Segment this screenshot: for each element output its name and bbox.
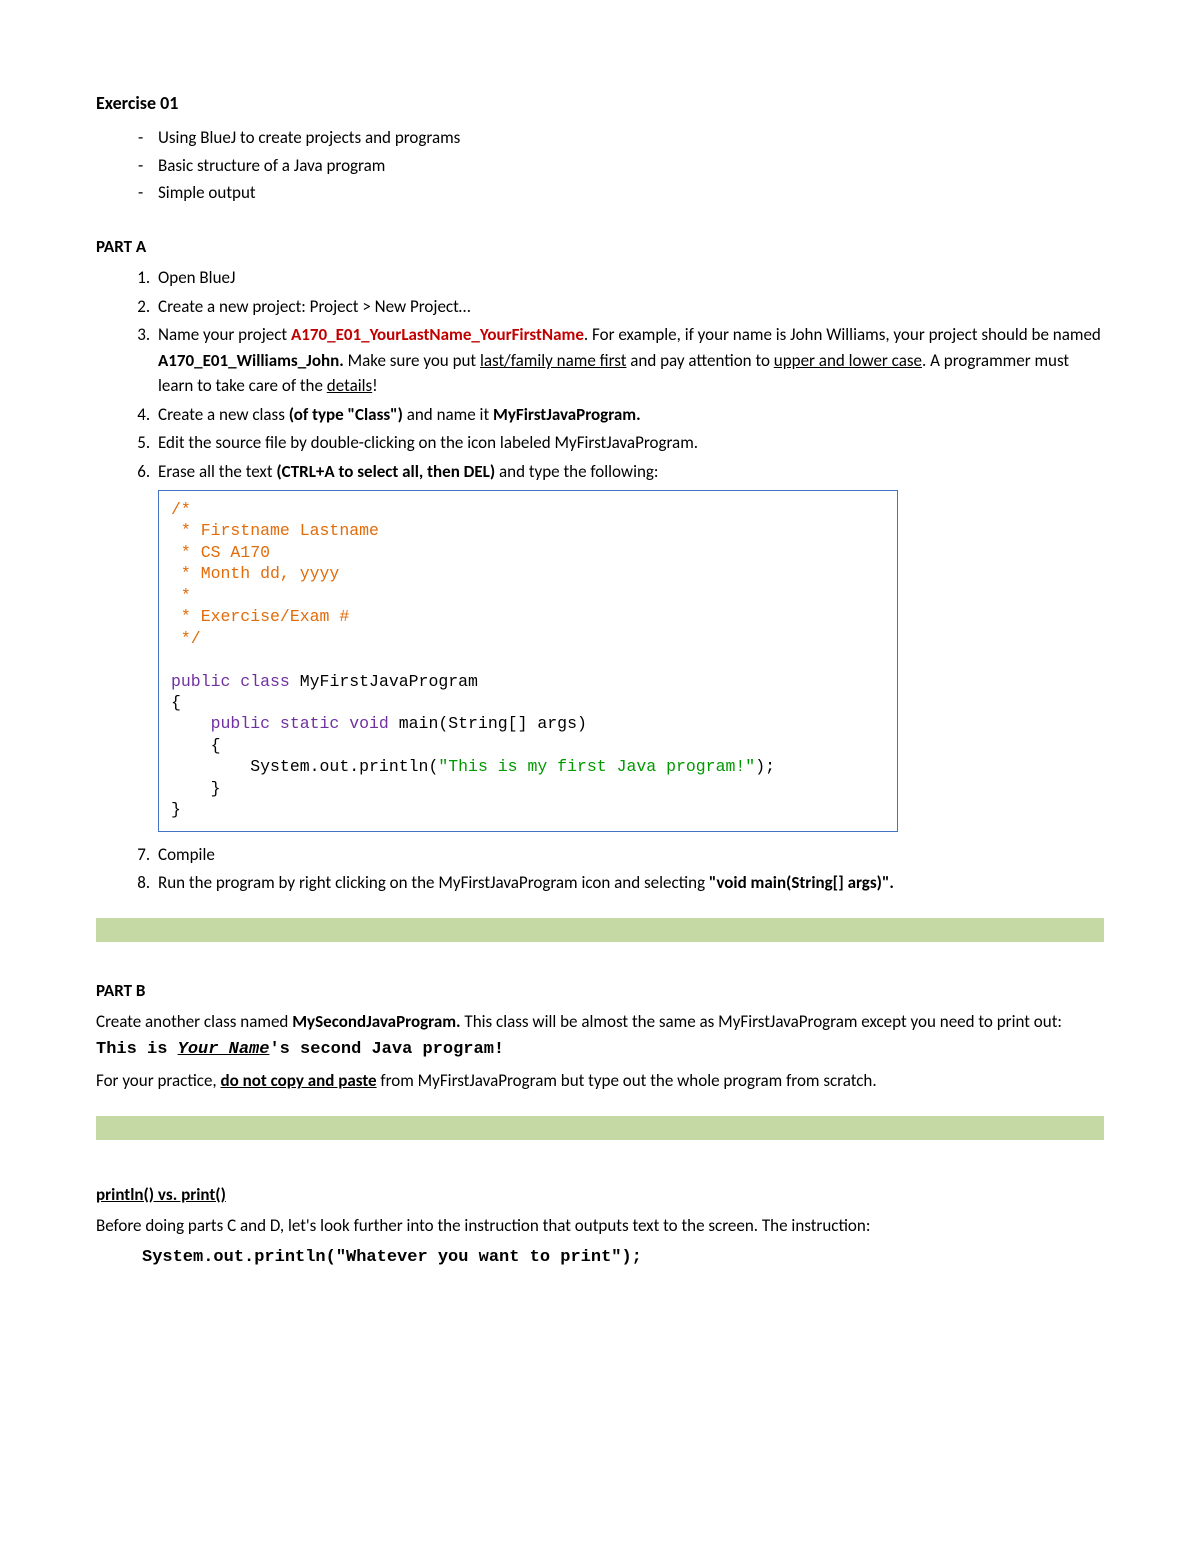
text: This class will be almost the same as My… bbox=[461, 1011, 1062, 1032]
part-b-para-1: Create another class named MySecondJavaP… bbox=[96, 1009, 1104, 1062]
step-6: Erase all the text (CTRL+A to select all… bbox=[154, 459, 1104, 832]
emphasis: upper and lower case bbox=[774, 350, 922, 371]
intro-item: Simple output bbox=[138, 180, 1104, 206]
part-b-label: PART B bbox=[96, 978, 1104, 1004]
text: Make sure you put bbox=[344, 350, 480, 371]
code-brace: } bbox=[171, 779, 221, 798]
step-3: Name your project A170_E01_YourLastName_… bbox=[154, 322, 1104, 399]
text: ! bbox=[372, 375, 378, 396]
code-brace: } bbox=[171, 800, 181, 819]
text: and type the following: bbox=[495, 461, 658, 482]
step-7: Compile bbox=[154, 842, 1104, 868]
class-name: MySecondJavaProgram. bbox=[292, 1011, 460, 1032]
intro-item: Basic structure of a Java program bbox=[138, 153, 1104, 179]
intro-item: Using BlueJ to create projects and progr… bbox=[138, 125, 1104, 151]
shortcut: (CTRL+A to select all, then DEL) bbox=[276, 461, 495, 482]
code-comment: * Firstname Lastname bbox=[171, 521, 379, 540]
placeholder: Your Name bbox=[178, 1040, 270, 1059]
code-comment: * Month dd, yyyy bbox=[171, 564, 339, 583]
text: Name your project bbox=[158, 324, 291, 345]
exercise-title: Exercise 01 bbox=[96, 90, 1104, 117]
code-string: "This is my first Java program!" bbox=[438, 757, 755, 776]
emphasis: details bbox=[327, 375, 372, 396]
text: Create a new class bbox=[158, 404, 289, 425]
code-brace: { bbox=[171, 693, 181, 712]
class-name: MyFirstJavaProgram. bbox=[493, 404, 641, 425]
println-code-line: System.out.println("Whatever you want to… bbox=[142, 1245, 1104, 1271]
text: Erase all the text bbox=[158, 461, 276, 482]
part-b-para-2: For your practice, do not copy and paste… bbox=[96, 1068, 1104, 1094]
code-comment: * bbox=[171, 586, 191, 605]
step-1: Open BlueJ bbox=[154, 265, 1104, 291]
part-a-steps: Open BlueJ Create a new project: Project… bbox=[96, 265, 1104, 896]
code-comment: * CS A170 bbox=[171, 543, 270, 562]
text: and name it bbox=[403, 404, 493, 425]
code-comment: /* bbox=[171, 500, 191, 519]
divider-bar bbox=[96, 1116, 1104, 1140]
text: and pay attention to bbox=[626, 350, 773, 371]
output-text: 's second Java program! bbox=[269, 1040, 504, 1059]
text: For your practice, bbox=[96, 1070, 221, 1091]
println-para: Before doing parts C and D, let's look f… bbox=[96, 1213, 1104, 1239]
part-a-label: PART A bbox=[96, 234, 1104, 260]
intro-list: Using BlueJ to create projects and progr… bbox=[96, 125, 1104, 206]
project-name-pattern: A170_E01_YourLastName_YourFirstName bbox=[291, 324, 584, 345]
step-2: Create a new project: Project > New Proj… bbox=[154, 294, 1104, 320]
emphasis: (of type "Class") bbox=[289, 404, 403, 425]
code-block: /* * Firstname Lastname * CS A170 * Mont… bbox=[158, 490, 898, 832]
code-call: System.out.println( bbox=[171, 757, 438, 776]
step-8: Run the program by right clicking on the… bbox=[154, 870, 1104, 896]
document-page: Exercise 01 Using BlueJ to create projec… bbox=[0, 0, 1200, 1553]
text: . For example, if your name is John Will… bbox=[584, 324, 1101, 345]
code-brace: { bbox=[171, 736, 221, 755]
code-comment: * Exercise/Exam # bbox=[171, 607, 349, 626]
emphasis: do not copy and paste bbox=[221, 1070, 377, 1091]
emphasis: last/family name first bbox=[480, 350, 626, 371]
divider-bar bbox=[96, 918, 1104, 942]
code-keyword: public static void bbox=[171, 714, 399, 733]
text: Create another class named bbox=[96, 1011, 292, 1032]
println-heading-wrap: println() vs. print() bbox=[96, 1176, 1104, 1208]
code-identifier: MyFirstJavaProgram bbox=[300, 672, 478, 691]
project-name-example: A170_E01_Williams_John. bbox=[158, 350, 344, 371]
step-5: Edit the source file by double-clicking … bbox=[154, 430, 1104, 456]
menu-item: "void main(String[] args)". bbox=[709, 872, 894, 893]
println-heading: println() vs. print() bbox=[96, 1182, 226, 1208]
code-comment: */ bbox=[171, 629, 201, 648]
code-identifier: main(String[] args) bbox=[399, 714, 587, 733]
step-4: Create a new class (of type "Class") and… bbox=[154, 402, 1104, 428]
text: Run the program by right clicking on the… bbox=[158, 872, 709, 893]
text: from MyFirstJavaProgram but type out the… bbox=[377, 1070, 877, 1091]
output-text: This is bbox=[96, 1040, 178, 1059]
code-keyword: public class bbox=[171, 672, 300, 691]
code-punct: ); bbox=[755, 757, 775, 776]
